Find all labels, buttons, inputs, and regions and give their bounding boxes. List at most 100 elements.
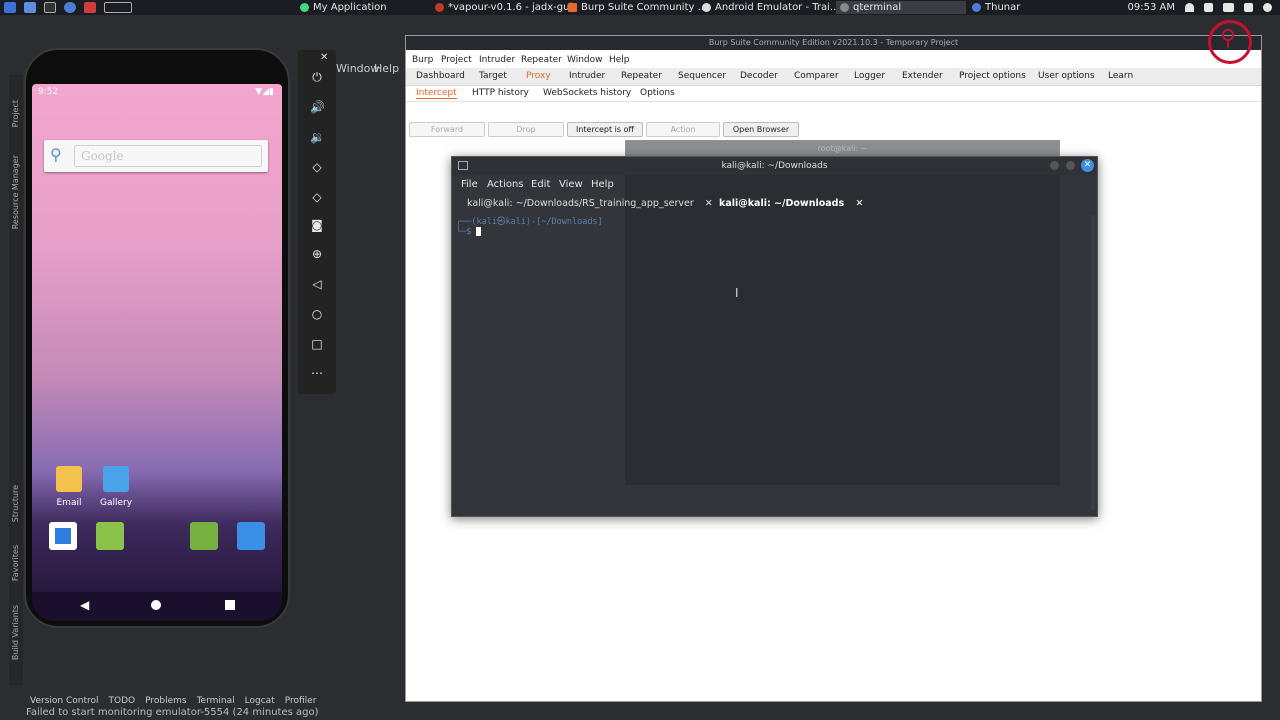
tab-project-options[interactable]: Project options (959, 71, 1026, 81)
power-menu-icon[interactable] (1263, 3, 1272, 12)
side-tab-resource-manager[interactable]: Resource Manager (11, 155, 20, 229)
contacts-icon[interactable] (96, 522, 124, 550)
power-icon[interactable]: ⏻ (310, 70, 324, 84)
action-button[interactable]: Action (646, 122, 720, 137)
tab-close-icon[interactable]: ✕ (855, 198, 863, 209)
bottom-tab-logcat[interactable]: Logcat (245, 696, 275, 706)
task-qterminal[interactable]: qterminal (836, 1, 966, 14)
subtab-intercept[interactable]: Intercept (416, 88, 457, 99)
side-tab-project[interactable]: Project (11, 100, 20, 127)
files-icon[interactable] (24, 2, 36, 13)
terminal-menu-file[interactable]: File (461, 179, 478, 190)
tab-decoder[interactable]: Decoder (740, 71, 778, 81)
tab-logger[interactable]: Logger (854, 71, 885, 81)
task-my-application[interactable]: My Application (300, 1, 387, 14)
minimize-icon[interactable] (1050, 161, 1059, 170)
intercept-toggle-button[interactable]: Intercept is off (567, 122, 643, 137)
overview-icon[interactable]: □ (310, 337, 324, 351)
rotate-left-icon[interactable]: ◇ (310, 160, 324, 174)
google-search-widget[interactable]: ⚲ Google (44, 140, 268, 172)
terminal-tab-downloads[interactable]: kali@kali: ~/Downloads ✕ (719, 196, 863, 212)
subtab-websockets-history[interactable]: WebSockets history (543, 88, 631, 98)
network-icon[interactable] (1185, 3, 1194, 12)
maximize-icon[interactable] (1066, 161, 1075, 170)
close-icon[interactable]: ✕ (1081, 159, 1094, 172)
task-emulator[interactable]: Android Emulator - Trai... (702, 1, 839, 14)
terminal-menu-edit[interactable]: Edit (531, 179, 550, 190)
tab-proxy[interactable]: Proxy (526, 71, 551, 81)
task-burp[interactable]: Burp Suite Community ... (568, 1, 707, 14)
camera-icon[interactable] (237, 522, 265, 550)
google-search-input[interactable]: Google (74, 145, 262, 167)
workspace-icon[interactable] (104, 2, 132, 13)
tab-sequencer[interactable]: Sequencer (678, 71, 726, 81)
menu-icon[interactable] (4, 2, 16, 13)
burp-menu-burp[interactable]: Burp (412, 55, 433, 65)
burp-menu-repeater[interactable]: Repeater (521, 55, 562, 65)
tab-intruder[interactable]: Intruder (569, 71, 605, 81)
tab-extender[interactable]: Extender (902, 71, 943, 81)
nav-back-icon[interactable]: ◀ (80, 598, 89, 612)
volume-up-icon[interactable]: 🔊 (310, 100, 325, 114)
ide-menu-window[interactable]: Window (336, 62, 379, 75)
phone-screen[interactable]: 9:52 ▼◢▮ ⚲ Google Email Gallery ◀ (32, 84, 282, 621)
subtab-options[interactable]: Options (640, 88, 675, 98)
side-tab-build-variants[interactable]: Build Variants (11, 605, 20, 660)
bottom-tab-profiler[interactable]: Profiler (285, 696, 317, 706)
burp-menu-project[interactable]: Project (441, 55, 472, 65)
app-email[interactable]: Email (49, 466, 89, 508)
burp-menu-help[interactable]: Help (609, 55, 630, 65)
burp-menu-window[interactable]: Window (567, 55, 603, 65)
lock-icon[interactable] (1244, 3, 1253, 12)
forward-button[interactable]: Forward (409, 122, 485, 137)
volume-down-icon[interactable]: 🔉 (310, 130, 325, 144)
phone-status-bar: 9:52 ▼◢▮ (32, 84, 282, 100)
terminal-output[interactable]: ┌──(kali㉿kali)-[~/Downloads] └─$ (456, 215, 1091, 510)
task-thunar[interactable]: Thunar (972, 1, 1020, 14)
task-jadx[interactable]: *vapour-v0.1.6 - jadx-gui (435, 1, 572, 14)
terminal-menu-help[interactable]: Help (591, 179, 614, 190)
screenshot-icon[interactable]: ◙ (310, 218, 324, 232)
tab-close-icon[interactable]: ✕ (705, 198, 713, 209)
terminal-icon[interactable] (44, 2, 56, 13)
open-browser-button[interactable]: Open Browser (723, 122, 799, 137)
tab-target[interactable]: Target (479, 71, 507, 81)
browser-icon[interactable] (64, 2, 76, 13)
bottom-tab-todo[interactable]: TODO (109, 696, 136, 706)
terminal-prompt-input[interactable]: └─$ (456, 227, 1091, 237)
bottom-tab-terminal[interactable]: Terminal (197, 696, 235, 706)
back-icon[interactable]: ◁ (310, 277, 324, 291)
magnifier-overlay[interactable]: ⚲ (1208, 20, 1252, 64)
terminal-scrollbar[interactable] (1091, 215, 1095, 510)
terminal-menu-actions[interactable]: Actions (487, 179, 524, 190)
notifications-icon[interactable] (1204, 3, 1213, 12)
emulator-close-icon[interactable]: ✕ (320, 52, 328, 63)
home-icon[interactable]: ○ (310, 307, 324, 321)
nav-home-icon[interactable] (151, 600, 161, 610)
tab-repeater[interactable]: Repeater (621, 71, 662, 81)
battery-icon[interactable] (1223, 3, 1234, 12)
terminal-menu-view[interactable]: View (559, 179, 583, 190)
rotate-right-icon[interactable]: ◇ (310, 190, 324, 204)
tab-dashboard[interactable]: Dashboard (416, 71, 465, 81)
zoom-icon[interactable]: ⊕ (310, 247, 324, 261)
more-icon[interactable]: ⋯ (310, 366, 324, 380)
phone-icon[interactable] (49, 522, 77, 550)
terminal-tab-server[interactable]: kali@kali: ~/Downloads/RS_training_app_s… (467, 196, 713, 212)
app-gallery[interactable]: Gallery (96, 466, 136, 508)
tab-comparer[interactable]: Comparer (794, 71, 839, 81)
tab-user-options[interactable]: User options (1038, 71, 1095, 81)
nav-recents-icon[interactable] (225, 600, 235, 610)
android-icon[interactable] (190, 522, 218, 550)
bottom-tab-problems[interactable]: Problems (145, 696, 186, 706)
burp-menu-intruder[interactable]: Intruder (479, 55, 515, 65)
thunar-icon (972, 3, 981, 12)
tab-learn[interactable]: Learn (1108, 71, 1133, 81)
side-tab-favorites[interactable]: Favorites (11, 545, 20, 581)
subtab-http-history[interactable]: HTTP history (472, 88, 529, 98)
bottom-tab-version-control[interactable]: Version Control (30, 696, 99, 706)
app-icon[interactable] (84, 2, 96, 13)
drop-button[interactable]: Drop (488, 122, 564, 137)
ide-menu-help[interactable]: Help (374, 62, 399, 75)
side-tab-structure[interactable]: Structure (11, 485, 20, 522)
